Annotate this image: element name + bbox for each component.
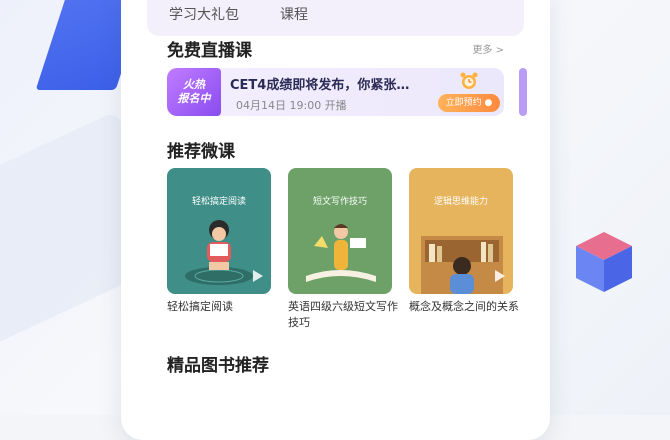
tab-study-package[interactable]: 学习大礼包 bbox=[169, 4, 239, 24]
phone-frame: 学习大礼包 课程 免费直播课 更多 > 火热 报名中 CET4成绩即将发布，你紧… bbox=[121, 0, 550, 440]
live-course-card[interactable]: 火热 报名中 CET4成绩即将发布，你紧张… 04月14日 19:00 开播 立… bbox=[167, 68, 504, 116]
course-card-logic[interactable]: 逻辑思维能力 bbox=[409, 168, 513, 294]
book-boy-illustration bbox=[306, 224, 376, 282]
free-live-title: 免费直播课 bbox=[167, 41, 252, 61]
cube-decoration bbox=[576, 232, 632, 292]
play-icon bbox=[495, 270, 505, 282]
recommended-title: 推荐微课 bbox=[167, 142, 235, 162]
alarm-clock-icon bbox=[460, 72, 478, 89]
badge-line-1: 火热 bbox=[183, 78, 205, 91]
reading-girl-illustration bbox=[185, 220, 253, 285]
live-course-title: CET4成绩即将发布，你紧张… bbox=[230, 78, 410, 93]
badge-line-2: 报名中 bbox=[177, 92, 211, 105]
top-tab-bar: 学习大礼包 课程 bbox=[147, 0, 524, 36]
app-screen: 学习大礼包 课程 免费直播课 更多 > 火热 报名中 CET4成绩即将发布，你紧… bbox=[147, 0, 527, 440]
course-caption-reading[interactable]: 轻松搞定阅读 bbox=[167, 299, 277, 315]
live-course-time: 04月14日 19:00 开播 bbox=[236, 99, 347, 112]
course-cover-label: 轻松搞定阅读 bbox=[191, 197, 246, 207]
course-card-writing[interactable]: 短文写作技巧 bbox=[288, 168, 392, 294]
tab-courses[interactable]: 课程 bbox=[280, 4, 308, 24]
bookshelf-illustration bbox=[421, 236, 503, 294]
course-card-reading[interactable]: 轻松搞定阅读 bbox=[167, 168, 271, 294]
hot-badge: 火热 报名中 bbox=[167, 68, 221, 116]
course-cover-label: 逻辑思维能力 bbox=[433, 197, 488, 207]
course-caption-writing[interactable]: 英语四级六级短文写作技巧 bbox=[288, 299, 398, 331]
next-live-card-edge[interactable] bbox=[519, 68, 527, 116]
more-link[interactable]: 更多 > bbox=[472, 41, 504, 56]
course-caption-logic[interactable]: 概念及概念之间的关系 bbox=[409, 299, 519, 315]
book-recommend-title: 精品图书推荐 bbox=[167, 356, 269, 376]
play-icon bbox=[253, 270, 263, 282]
reserve-button[interactable]: 立即预约 ● bbox=[438, 94, 500, 112]
